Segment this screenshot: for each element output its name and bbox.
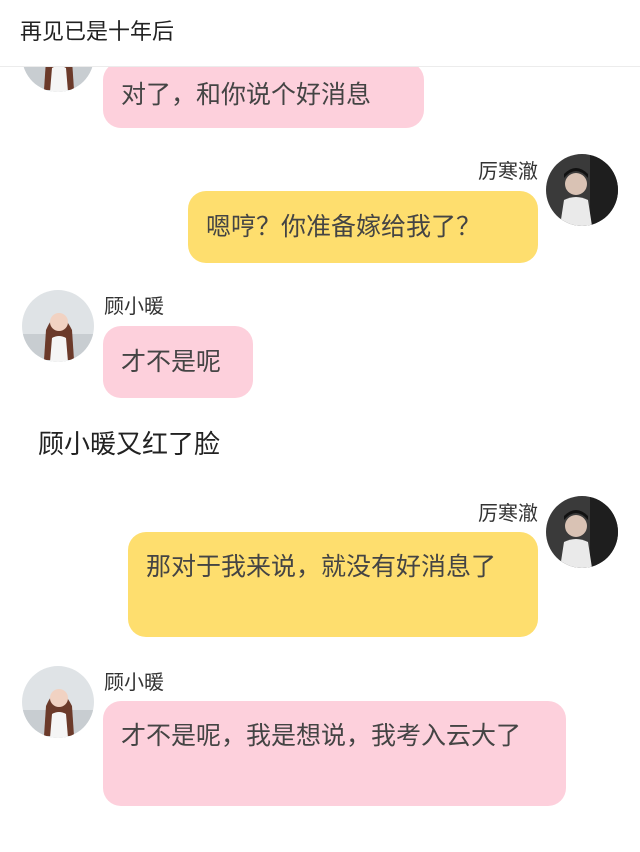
avatar-male[interactable] [546,154,618,226]
sender-name: 厉寒澈 [478,159,538,183]
narration-text: 顾小暖又红了脸 [38,430,221,460]
message-bubble[interactable]: 才不是呢 [103,326,253,398]
message-bubble[interactable]: 嗯哼？你准备嫁给我了？ [188,191,538,263]
header-bar: 再见已是十年后 [0,0,640,67]
female-avatar-icon [22,666,94,738]
sender-name: 顾小暖 [104,294,164,318]
message-bubble[interactable]: 对了，和你说个好消息 [103,62,424,128]
message-bubble[interactable]: 才不是呢，我是想说，我考入云大了 [103,701,566,806]
male-avatar-icon [546,496,618,568]
female-avatar-icon [22,290,94,362]
avatar-female[interactable] [22,666,94,738]
avatar-male[interactable] [546,496,618,568]
sender-name: 顾小暖 [104,670,164,694]
male-avatar-icon [546,154,618,226]
page-title: 再见已是十年后 [20,20,175,45]
avatar-female[interactable] [22,290,94,362]
sender-name: 厉寒澈 [478,501,538,525]
message-bubble[interactable]: 那对于我来说，就没有好消息了 [128,532,538,637]
